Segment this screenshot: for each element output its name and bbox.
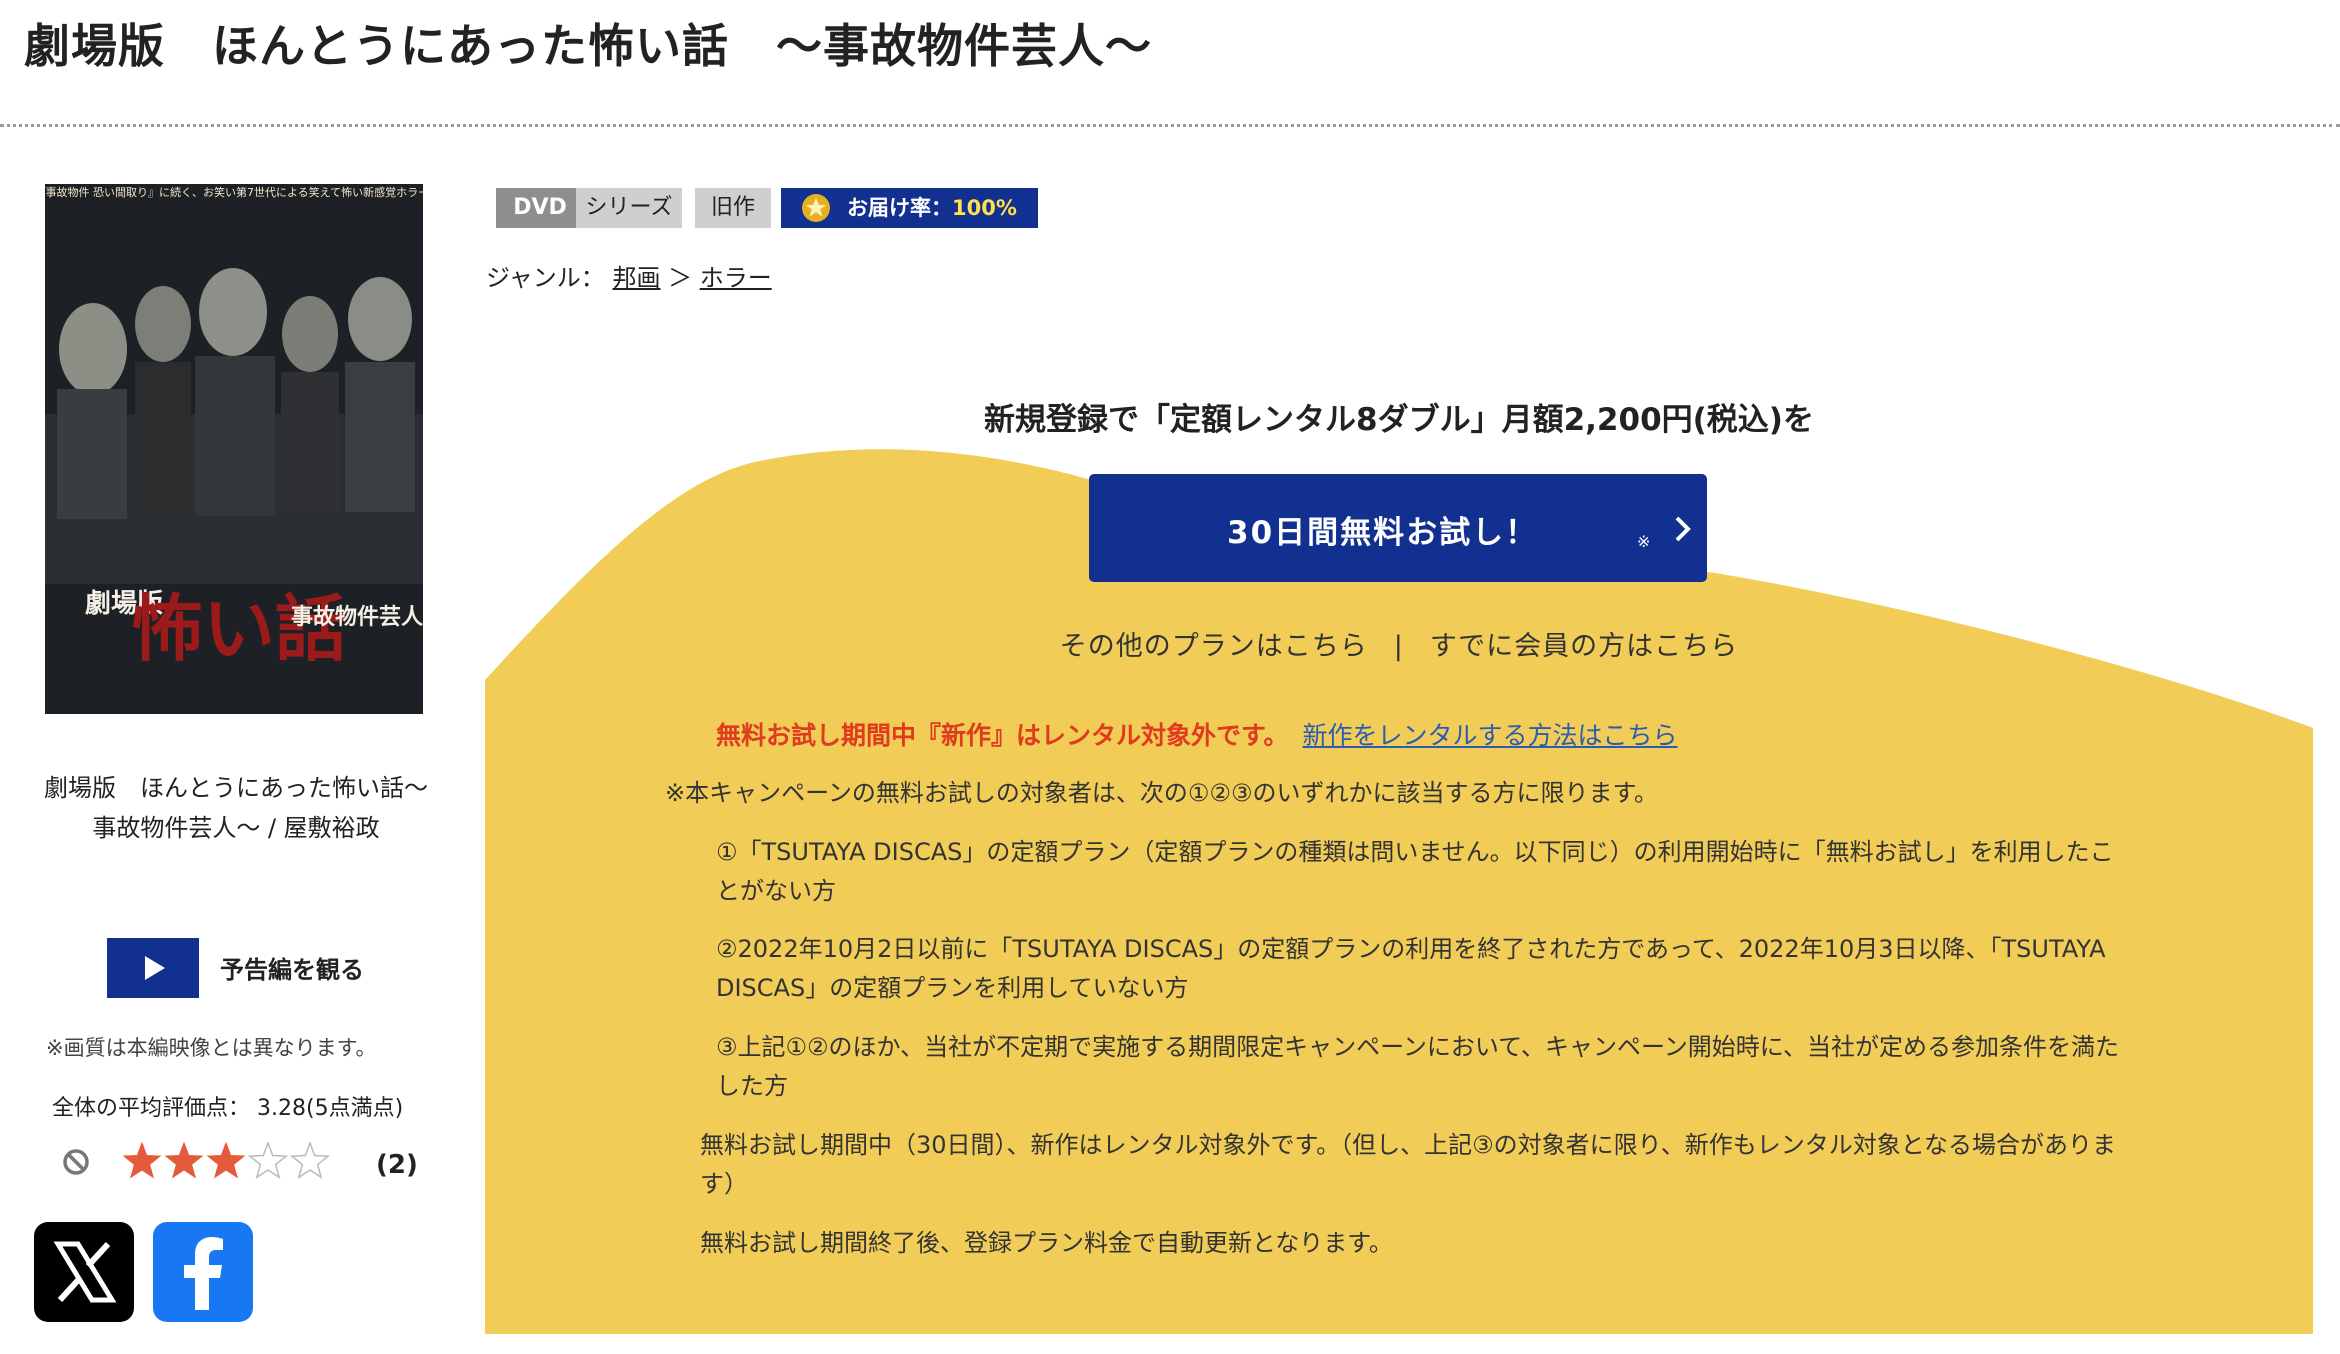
jacket-art: 『事故物件 恐い間取り』に続く、お笑い第7世代による笑えて怖い新感覚ホラー! 劇…: [45, 184, 423, 714]
member-login-link[interactable]: すでに会員の方はこちら: [1430, 631, 1738, 662]
other-plans-link[interactable]: その他のプランはこちら: [1060, 631, 1368, 662]
title-divider: [0, 124, 2340, 127]
free-trial-note-mark: ※: [1637, 532, 1651, 551]
genre-separator: ＞: [668, 264, 693, 292]
average-rating-label: 全体の平均評価点：: [52, 1096, 251, 1121]
terms-intro: ※本キャンペーンの無料お試しの対象者は、次の①②③のいずれかに該当する方に限りま…: [665, 779, 1659, 807]
free-trial-label: 30日間無料お試し！: [1227, 515, 1539, 551]
new-release-warning: 無料お試し期間中『新作』はレンタル対象外です。: [716, 721, 1289, 750]
play-icon: [145, 956, 165, 980]
quality-note: ※画質は本編映像とは異なります。: [46, 1036, 377, 1060]
promo-heading: 新規登録で「定額レンタル8ダブル」月額2,200円(税込)を: [984, 402, 1814, 438]
jacket-tagline: 『事故物件 恐い間取り』に続く、お笑い第7世代による笑えて怖い新感覚ホラー!: [45, 185, 423, 199]
gold-star-icon: [802, 194, 830, 222]
page-title: 劇場版 ほんとうにあった怖い話 〜事故物件芸人〜: [24, 19, 1152, 73]
jacket-caption: 劇場版 ほんとうにあった怖い話〜事故物件芸人〜 / 屋敷裕政: [44, 774, 428, 842]
rating-star-5[interactable]: [289, 1140, 331, 1180]
jacket-image[interactable]: 『事故物件 恐い間取り』に続く、お笑い第7世代による笑えて怖い新感覚ホラー! 劇…: [45, 184, 423, 714]
chevron-right-icon: [1675, 516, 1691, 542]
terms-item-3: ③上記①②のほか、当社が不定期で実施する期間限定キャンペーンにおいて、キャンペー…: [716, 1033, 2120, 1100]
plan-links-separator: |: [1393, 631, 1404, 662]
badge-dvd: DVD: [496, 188, 584, 228]
average-rating: 全体の平均評価点： 3.28(5点満点): [52, 1090, 403, 1122]
share-x-button[interactable]: [34, 1222, 134, 1322]
star-rating[interactable]: [122, 1140, 332, 1184]
badge-delivery-rate: お届け率：100%: [781, 188, 1038, 228]
average-rating-value: 3.28(5点満点): [257, 1096, 404, 1121]
badge-old-release: 旧作: [695, 188, 771, 228]
facebook-icon: [184, 1237, 223, 1310]
new-release-rental-link[interactable]: 新作をレンタルする方法はこちら: [1303, 721, 1678, 750]
review-count-link[interactable]: 2: [388, 1150, 406, 1180]
x-logo-icon: [53, 1241, 117, 1303]
rating-star-4[interactable]: [247, 1140, 289, 1180]
rating-star-3[interactable]: [206, 1141, 246, 1179]
terms-auto-renew-note: 無料お試し期間終了後、登録プラン料金で自動更新となります。: [700, 1229, 1393, 1257]
genre-label: ジャンル：: [486, 264, 605, 292]
rating-star-1[interactable]: [122, 1141, 162, 1179]
share-facebook-button[interactable]: [153, 1222, 253, 1322]
genre-link-japanese-film[interactable]: 邦画: [612, 264, 660, 292]
free-trial-button[interactable]: 30日間無料お試し！ ※: [1089, 474, 1707, 582]
genre-breadcrumb: ジャンル： 邦画 ＞ ホラー: [486, 258, 772, 293]
plan-links: その他のプランはこちら | すでに会員の方はこちら: [485, 624, 2313, 663]
delivery-rate: 100%: [952, 196, 1017, 220]
review-count[interactable]: (2): [376, 1150, 418, 1180]
trailer-label[interactable]: 予告編を観る: [220, 950, 364, 985]
delivery-label: お届け率：: [847, 196, 952, 220]
genre-link-horror[interactable]: ホラー: [700, 264, 772, 292]
terms-item-2: ②2022年10月2日以前に「TSUTAYA DISCAS」の定額プランの利用を…: [716, 935, 2106, 1002]
jacket-title-sub: 事故物件芸人: [291, 604, 423, 630]
terms-trial-period-note: 無料お試し期間中（30日間）、新作はレンタル対象外です。（但し、上記③の対象者に…: [700, 1131, 2116, 1198]
no-rating-icon[interactable]: [62, 1148, 90, 1176]
badge-series[interactable]: シリーズ: [576, 188, 682, 228]
trial-notice: 無料お試し期間中『新作』はレンタル対象外です。 新作をレンタルする方法はこちら: [716, 716, 1678, 752]
trailer-play-button[interactable]: [107, 938, 199, 998]
rating-star-2[interactable]: [164, 1141, 204, 1179]
terms-item-1: ①「TSUTAYA DISCAS」の定額プラン（定額プランの種類は問いません。以…: [716, 838, 2114, 905]
